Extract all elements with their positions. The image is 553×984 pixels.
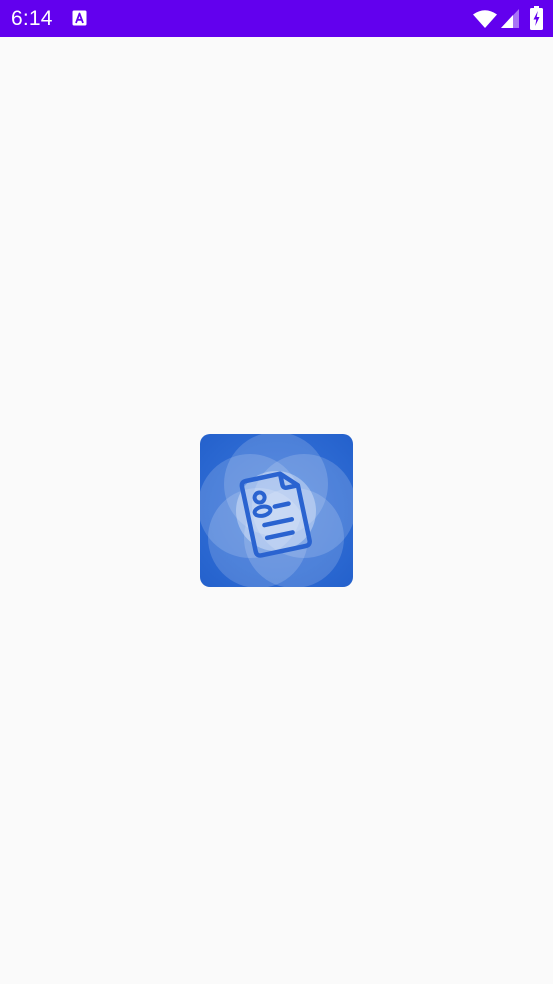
app-logo <box>200 434 353 587</box>
battery-charging-icon <box>530 6 543 30</box>
status-bar: 6:14 <box>0 0 553 37</box>
wifi-icon <box>473 9 497 28</box>
cellular-signal-icon <box>501 9 519 28</box>
status-time: 6:14 <box>11 7 53 30</box>
notification-a-icon <box>72 10 87 26</box>
resume-document-icon <box>200 434 353 587</box>
